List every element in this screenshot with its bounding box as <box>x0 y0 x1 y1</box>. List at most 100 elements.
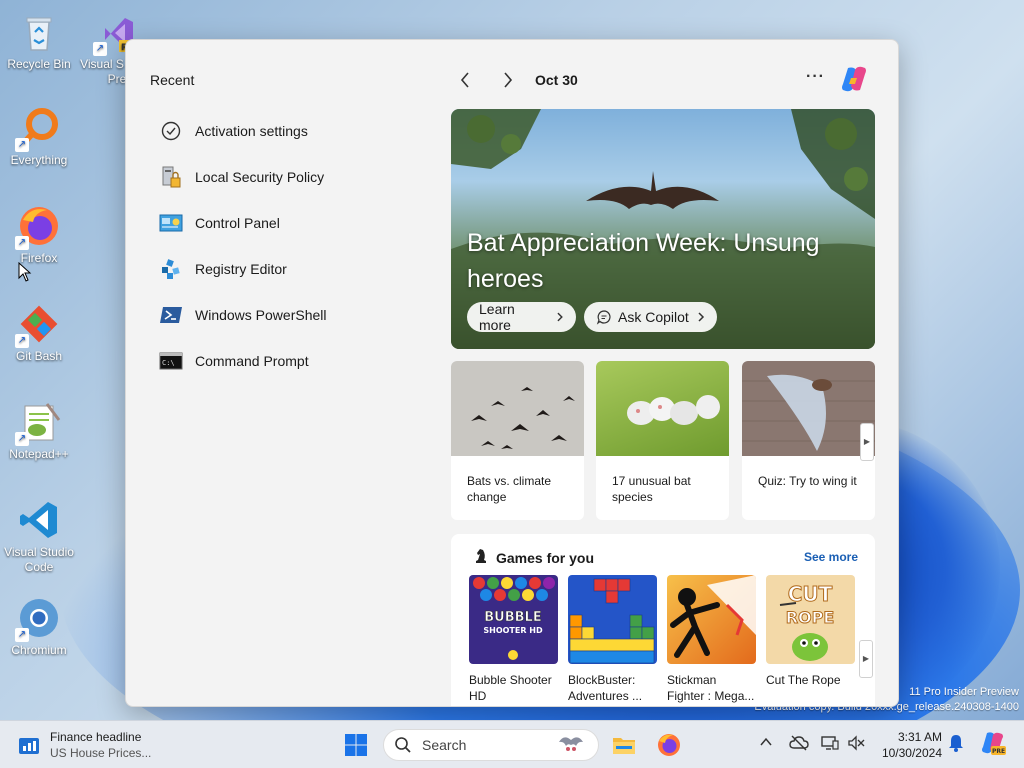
recent-item-label: Windows PowerShell <box>195 307 327 323</box>
game-tile[interactable]: Stickman Fighter : Mega... <box>667 575 756 704</box>
recent-item-label: Activation settings <box>195 123 308 139</box>
vscode-icon <box>17 498 61 542</box>
game-art-text: ROPE <box>786 608 835 627</box>
hero-title: Bat Appreciation Week: Unsung heroes <box>467 229 820 293</box>
ask-copilot-button[interactable]: Ask Copilot <box>584 302 717 332</box>
more-options-button[interactable]: ··· <box>806 68 825 86</box>
game-art-text: SHOOTER HD <box>483 626 543 635</box>
taskbar-clock[interactable]: 3:31 AM 10/30/2024 <box>872 729 942 761</box>
recent-item-label: Command Prompt <box>195 353 309 369</box>
file-explorer-icon <box>613 738 635 754</box>
windows-logo-icon <box>345 734 367 756</box>
recent-item-activation-settings[interactable]: Activation settings <box>159 108 327 154</box>
widgets-panel: Recent Activation settings Local Securit… <box>125 39 899 707</box>
story-card[interactable]: Bats vs. climate change <box>451 361 584 520</box>
games-scroll-right-button[interactable]: ▶ <box>859 640 873 678</box>
desktop-icon-label: Recycle Bin <box>7 57 71 71</box>
desktop-icon-label: Chromium <box>11 643 67 657</box>
desktop-icon-label: Notepad++ <box>9 447 69 461</box>
recent-item-label: Registry Editor <box>195 261 287 277</box>
notifications-button[interactable] <box>948 733 964 756</box>
firefox-taskbar-button[interactable] <box>656 732 682 758</box>
story-card-caption: Quiz: Try to wing it <box>758 474 857 488</box>
previous-day-button[interactable] <box>454 68 478 92</box>
finance-chart-icon <box>19 738 39 754</box>
feed-date: Oct 30 <box>535 72 578 88</box>
onedrive-tray-button[interactable] <box>789 735 809 754</box>
desktop-icon-git-bash[interactable]: ↗ Git Bash <box>0 302 78 364</box>
learn-more-button[interactable]: Learn more <box>467 301 576 333</box>
see-more-link[interactable]: See more <box>804 550 858 564</box>
chat-bubble-icon <box>596 310 611 325</box>
game-name: BlockBuster: Adventures ... <box>568 673 643 703</box>
desktop-icon-recycle-bin[interactable]: Recycle Bin <box>0 10 78 72</box>
shortcut-arrow-icon: ↗ <box>93 42 107 56</box>
desktop-icon-everything[interactable]: ↗ Everything <box>0 106 78 168</box>
taskbar-widget-subtitle: US House Prices... <box>50 746 152 760</box>
game-name: Stickman Fighter : Mega... <box>667 673 755 703</box>
everything-search-icon: ↗ <box>15 106 61 152</box>
security-policy-icon <box>159 165 183 189</box>
story-card-caption: Bats vs. climate change <box>467 474 552 504</box>
search-highlight-bat-icon <box>559 737 583 751</box>
game-tile[interactable]: BlockBuster: Adventures ... <box>568 575 657 704</box>
search-icon <box>395 737 411 753</box>
story-card[interactable]: Quiz: Try to wing it <box>742 361 875 520</box>
recent-item-windows-powershell[interactable]: Windows PowerShell <box>159 292 327 338</box>
desktop-icon-label: Visual Studio Code <box>4 545 74 574</box>
game-tile-image: CUT ROPE <box>766 575 855 664</box>
recent-heading: Recent <box>150 72 195 88</box>
desktop-icon-notepad-plus-plus[interactable]: ↗ Notepad++ <box>0 400 78 462</box>
desktop-icon-chromium[interactable]: ↗ Chromium <box>0 596 78 658</box>
taskbar: Finance headline US House Prices... Sear… <box>0 720 1024 768</box>
chevron-right-icon <box>557 312 564 322</box>
shortcut-arrow-icon: ↗ <box>15 138 29 152</box>
copilot-badge-text: PRE <box>992 748 1005 755</box>
game-tile[interactable]: BUBBLE SHOOTER HD Bubble Shooter HD <box>469 575 558 704</box>
file-explorer-button[interactable] <box>611 732 637 758</box>
shortcut-arrow-icon: ↗ <box>15 628 29 642</box>
story-card-image <box>596 361 729 456</box>
chevron-up-icon <box>760 737 772 746</box>
cards-scroll-right-button[interactable]: ▶ <box>860 423 874 461</box>
taskbar-widgets-button[interactable]: Finance headline US House Prices... <box>18 729 151 761</box>
next-day-button[interactable] <box>495 68 519 92</box>
volume-tray-button[interactable] <box>847 735 865 754</box>
game-tile[interactable]: CUT ROPE Cut The Rope <box>766 575 855 688</box>
recent-item-command-prompt[interactable]: C:\ Command Prompt <box>159 338 327 384</box>
cloud-offline-icon <box>789 735 809 751</box>
desktop-icon-firefox[interactable]: ↗ Firefox <box>0 204 78 266</box>
desktop-icon-label: Git Bash <box>15 349 63 363</box>
shortcut-arrow-icon: ↗ <box>15 432 29 446</box>
learn-more-label: Learn more <box>479 301 515 333</box>
recent-item-registry-editor[interactable]: Registry Editor <box>159 246 327 292</box>
copilot-icon: PRE <box>982 732 1006 755</box>
recent-list: Activation settings Local Security Polic… <box>159 108 327 384</box>
check-circle-icon <box>159 119 183 143</box>
taskbar-search-box[interactable]: Search <box>383 729 599 761</box>
shortcut-arrow-icon: ↗ <box>15 236 29 250</box>
recent-item-control-panel[interactable]: Control Panel <box>159 200 327 246</box>
story-card-caption: 17 unusual bat species <box>612 474 691 504</box>
chevron-right-icon <box>504 72 513 88</box>
show-hidden-icons-button[interactable] <box>759 735 773 752</box>
chromium-icon: ↗ <box>15 596 61 642</box>
desktop-icon-vscode[interactable]: Visual Studio Code <box>0 498 78 575</box>
game-name: Cut The Rope <box>766 673 841 687</box>
control-panel-icon <box>159 211 183 235</box>
network-tray-button[interactable] <box>821 735 839 754</box>
chess-knight-icon <box>476 549 486 563</box>
hero-story-card[interactable]: Bat Appreciation Week: Unsung heroes Lea… <box>451 109 875 349</box>
desktop-icon-label: Firefox <box>20 251 58 265</box>
recent-item-local-security-policy[interactable]: Local Security Policy <box>159 154 327 200</box>
start-button[interactable] <box>344 733 368 757</box>
watermark-line-1: 11 Pro Insider Preview <box>909 686 1019 698</box>
story-card[interactable]: 17 unusual bat species <box>596 361 729 520</box>
copilot-taskbar-button[interactable]: PRE <box>980 730 1006 759</box>
games-card: Games for you See more BUBBLE SHOOTER HD … <box>451 534 875 706</box>
svg-text:C:\: C:\ <box>162 359 175 367</box>
games-heading: Games for you <box>496 550 595 566</box>
bell-icon <box>949 735 963 752</box>
game-tile-image: BUBBLE SHOOTER HD <box>469 575 558 664</box>
copilot-icon[interactable] <box>839 64 869 94</box>
